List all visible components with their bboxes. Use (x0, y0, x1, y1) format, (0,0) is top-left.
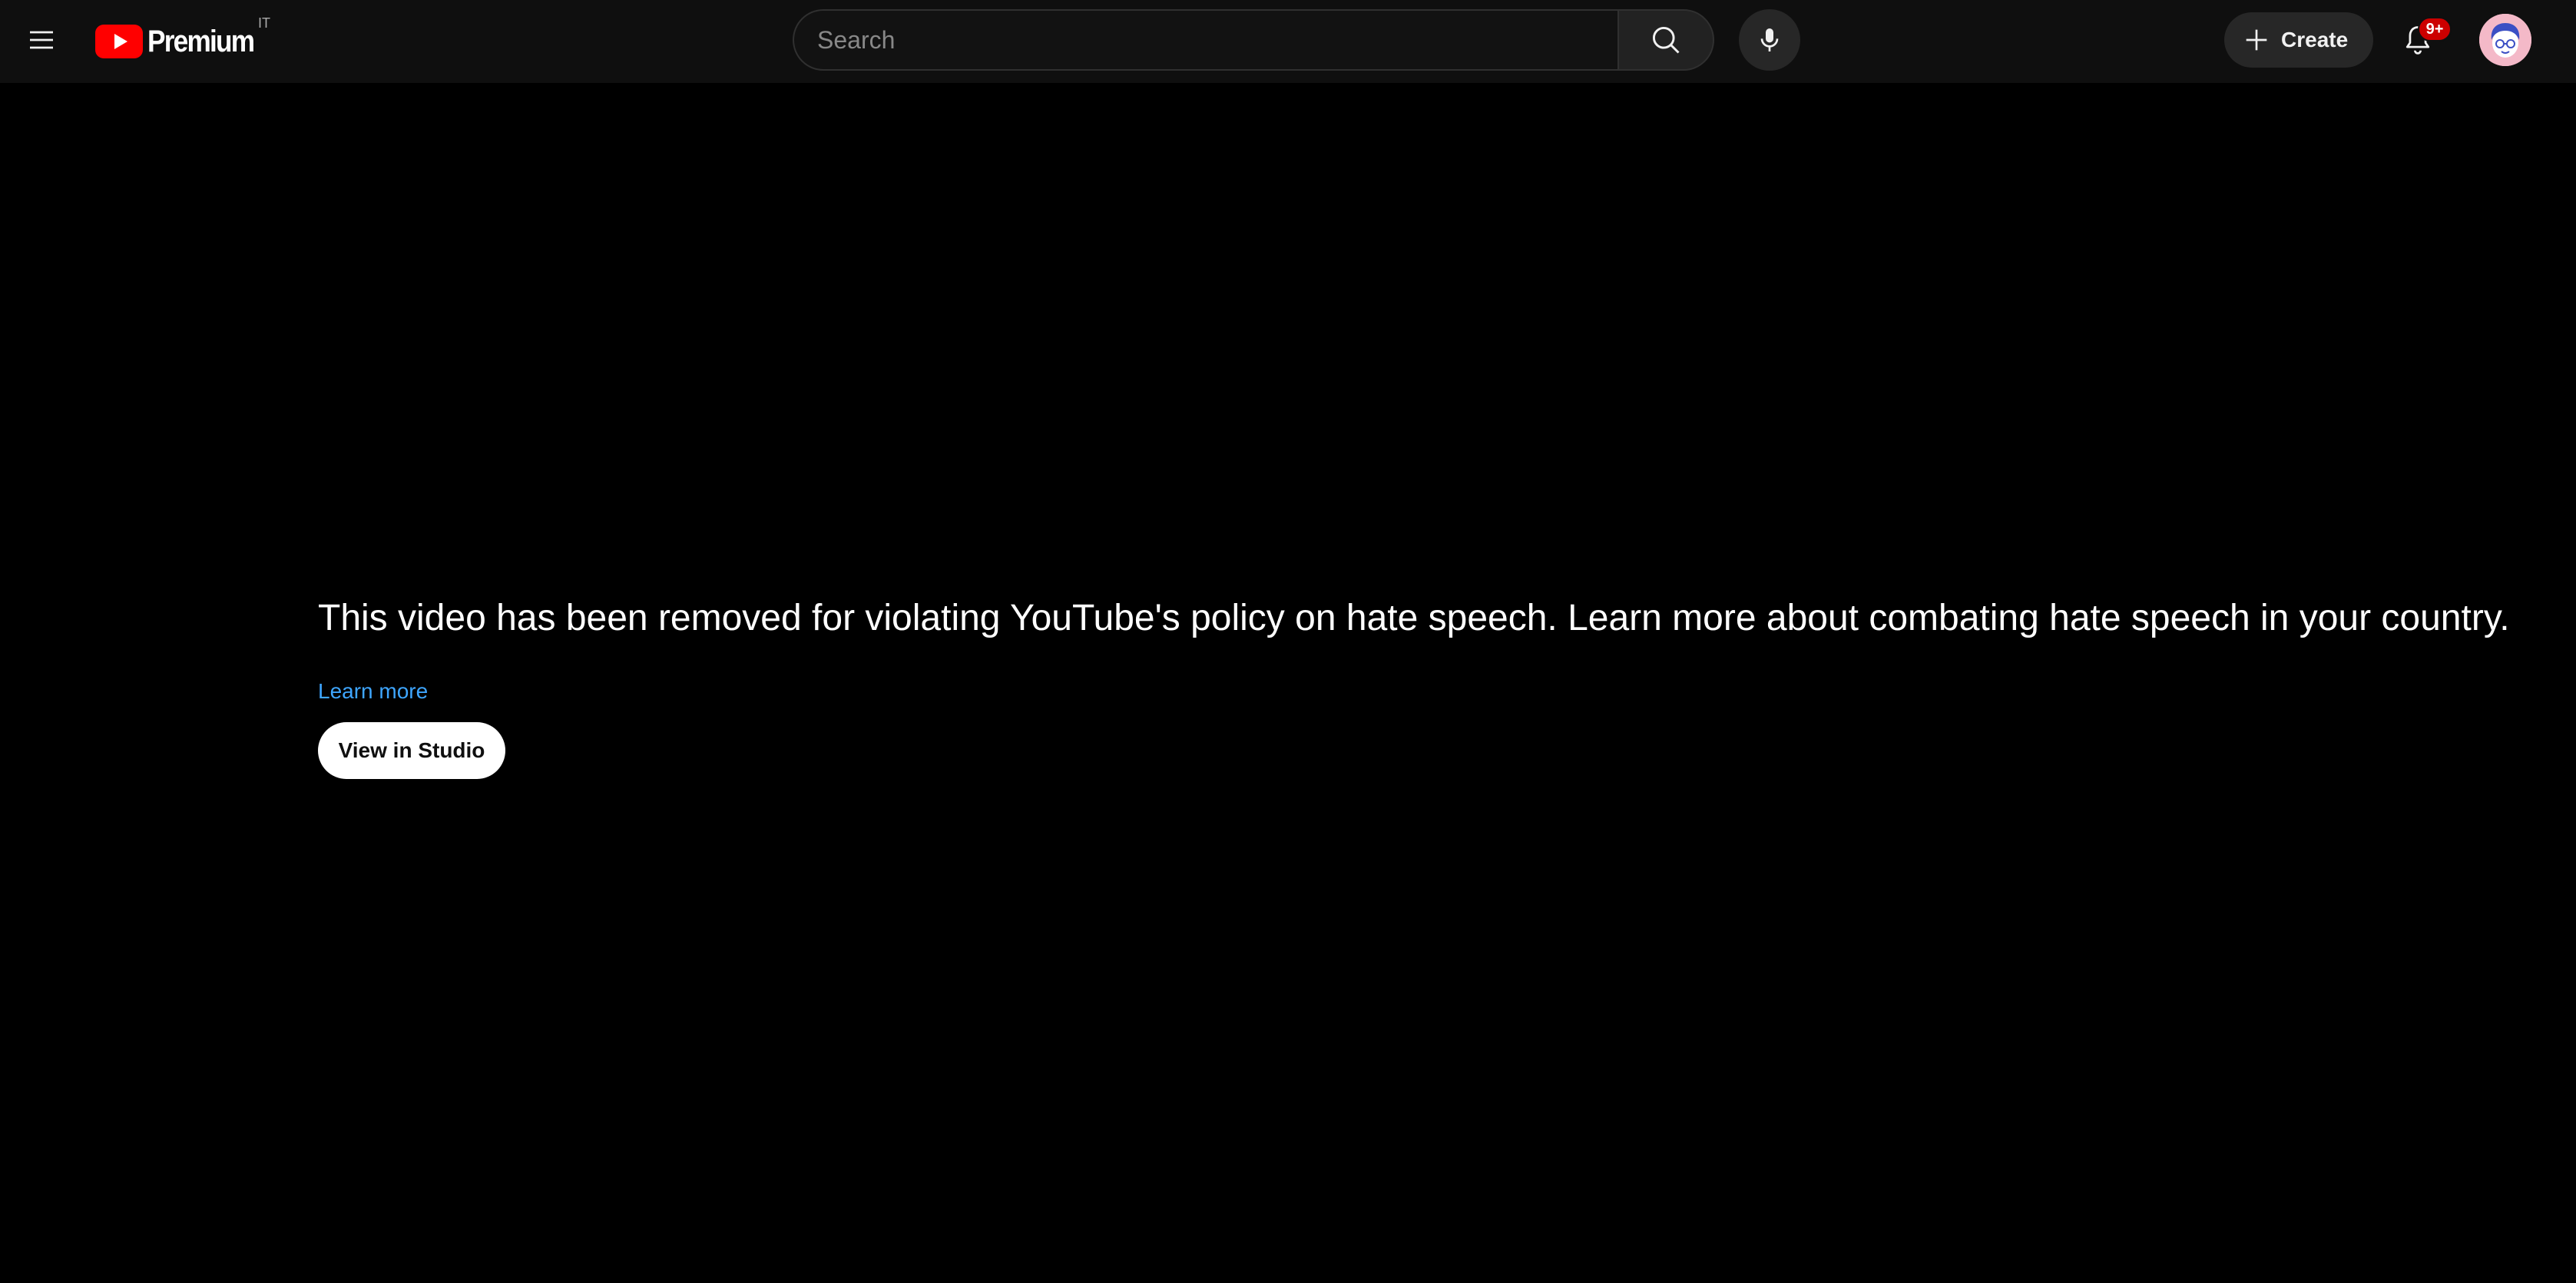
youtube-logo-icon (95, 25, 143, 58)
search-button[interactable] (1617, 9, 1714, 71)
top-header: Premium IT Create 9+ (0, 0, 2576, 83)
learn-more-link[interactable]: Learn more (318, 679, 428, 704)
plus-icon (2246, 29, 2267, 51)
search-bar (793, 9, 1714, 71)
create-button-label: Create (2281, 28, 2349, 51)
microphone-icon (1760, 28, 1779, 51)
voice-search-button[interactable] (1739, 9, 1800, 71)
search-icon (1652, 26, 1680, 54)
search-input[interactable] (793, 9, 1617, 71)
video-removed-message: This video has been removed for violatin… (318, 598, 2510, 638)
notification-count-badge: 9+ (2418, 17, 2452, 41)
guide-menu-button[interactable] (17, 15, 66, 65)
country-code: IT (258, 15, 270, 31)
view-in-studio-button[interactable]: View in Studio (318, 722, 505, 779)
youtube-premium-logo[interactable]: Premium (95, 20, 268, 63)
avatar-illustration (2479, 14, 2531, 66)
user-avatar[interactable] (2479, 14, 2531, 66)
hamburger-menu-icon (30, 31, 53, 49)
logo-wordmark: Premium (147, 24, 255, 58)
create-button[interactable]: Create (2224, 12, 2373, 68)
